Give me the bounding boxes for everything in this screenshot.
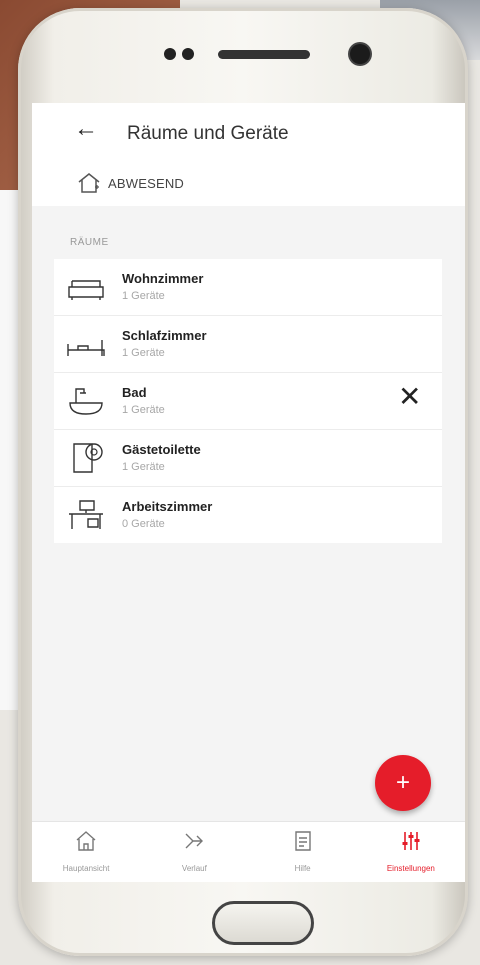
page-title: Räume und Geräte xyxy=(127,123,289,144)
room-row-arbeitszimmer[interactable]: Arbeitszimmer 0 Geräte xyxy=(54,487,442,543)
presence-status: ABWESEND xyxy=(108,176,185,191)
nav-item-einstellungen[interactable]: Einstellungen xyxy=(357,822,465,882)
sliders-icon xyxy=(402,832,420,850)
nav-label: Einstellungen xyxy=(386,864,435,873)
home-button[interactable] xyxy=(212,901,314,945)
room-device-count: 1 Geräte xyxy=(122,290,165,302)
room-name: Schlafzimmer xyxy=(122,328,207,343)
nav-label: Verlauf xyxy=(181,864,207,873)
nav-item-verlauf[interactable]: Verlauf xyxy=(140,822,248,882)
room-row-bad[interactable]: Bad 1 Geräte xyxy=(54,373,442,430)
document-icon xyxy=(294,831,311,851)
close-icon[interactable]: ✕ xyxy=(398,383,421,411)
sofa-icon xyxy=(68,280,104,300)
front-camera xyxy=(350,44,370,64)
room-device-count: 1 Geräte xyxy=(122,461,165,473)
room-row-wohnzimmer[interactable]: Wohnzimmer 1 Geräte xyxy=(54,259,442,316)
nav-label: Hauptansicht xyxy=(62,864,110,873)
bathtub-icon xyxy=(69,388,103,415)
home-icon xyxy=(76,831,96,851)
nav-item-hauptansicht[interactable]: Hauptansicht xyxy=(32,822,140,882)
section-label: RÄUME xyxy=(70,237,109,248)
room-list: Wohnzimmer 1 Geräte Schlafzimmer 1 Gerät… xyxy=(54,259,442,543)
history-icon xyxy=(185,833,204,849)
add-room-button[interactable]: + xyxy=(375,755,431,811)
room-device-count: 1 Geräte xyxy=(122,347,165,359)
sensor-dots xyxy=(164,48,194,60)
room-name: Arbeitszimmer xyxy=(122,499,213,514)
room-device-count: 1 Geräte xyxy=(122,404,165,416)
nav-label: Hilfe xyxy=(294,864,311,873)
presence-status-row[interactable]: ABWESEND xyxy=(32,160,465,206)
desk-icon xyxy=(69,500,103,529)
back-arrow-icon[interactable]: ← xyxy=(74,115,98,143)
bottom-navigation: Hauptansicht Verlauf Hilfe Einstellungen xyxy=(32,821,465,882)
room-name: Gästetoilette xyxy=(122,442,201,457)
earpiece-speaker xyxy=(218,50,310,59)
nav-item-hilfe[interactable]: Hilfe xyxy=(249,822,357,882)
home-outline-icon xyxy=(78,173,100,193)
room-name: Wohnzimmer xyxy=(122,271,204,286)
room-name: Bad xyxy=(122,385,147,400)
room-device-count: 0 Geräte xyxy=(122,518,165,530)
phone-screen: ← Räume und Geräte ABWESEND RÄUME Wohnzi… xyxy=(32,103,465,882)
room-row-gaestetoilette[interactable]: Gästetoilette 1 Geräte xyxy=(54,430,442,487)
bed-icon xyxy=(67,340,105,356)
room-row-schlafzimmer[interactable]: Schlafzimmer 1 Geräte xyxy=(54,316,442,373)
app-bar: ← Räume und Geräte xyxy=(32,103,465,160)
toilet-paper-icon xyxy=(73,443,103,473)
